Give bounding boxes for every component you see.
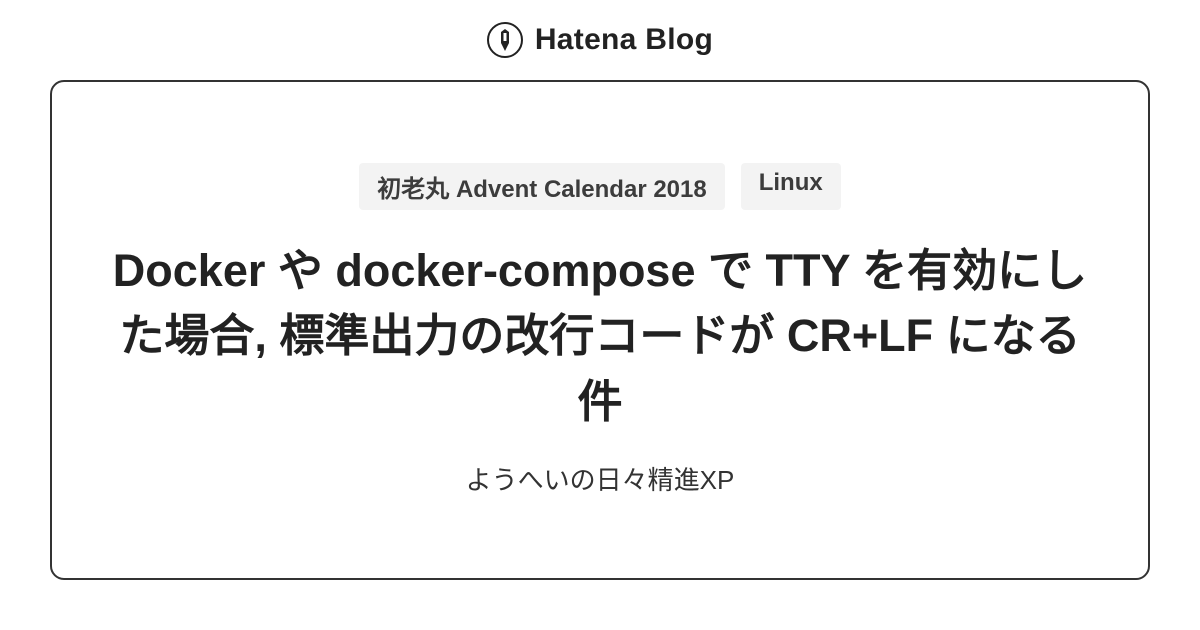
article-title: Docker や docker-compose で TTY を有効にした場合, … <box>112 238 1088 434</box>
article-card: 初老丸 Advent Calendar 2018 Linux Docker や … <box>50 80 1150 580</box>
site-header: Hatena Blog <box>0 0 1200 80</box>
tag[interactable]: Linux <box>741 163 841 210</box>
brand-name: Hatena Blog <box>535 23 713 57</box>
tag[interactable]: 初老丸 Advent Calendar 2018 <box>359 163 724 210</box>
blog-name[interactable]: ようへいの日々精進XP <box>466 460 735 497</box>
hatena-logo-icon <box>487 22 523 58</box>
tag-list: 初老丸 Advent Calendar 2018 Linux <box>359 163 840 210</box>
